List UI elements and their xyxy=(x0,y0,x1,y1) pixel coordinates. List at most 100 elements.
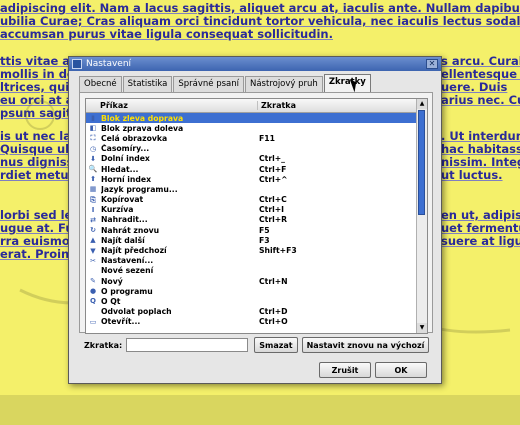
table-row[interactable]: Q O Qt xyxy=(86,296,427,306)
command-icon: ◧ xyxy=(89,124,97,133)
shortcuts-table: Příkaz Zkratka ▮ Blok zleva doprava ◧ Blok … xyxy=(85,98,428,334)
settings-dialog: Nastavení ✕ Obecné Statistika Správné ps… xyxy=(68,56,442,384)
table-row[interactable]: Nové sezení xyxy=(86,266,427,276)
command-icon xyxy=(88,308,98,316)
command-name: O programu xyxy=(101,286,153,296)
scrollbar-thumb[interactable] xyxy=(418,110,425,215)
ok-button[interactable]: OK xyxy=(375,362,427,378)
tab-spellcheck[interactable]: Správné psaní xyxy=(173,76,244,92)
column-header-shortcut[interactable]: Zkratka xyxy=(258,101,296,110)
command-icon: ▮ xyxy=(91,114,95,123)
command-name: Blok zprava doleva xyxy=(101,123,184,133)
table-header: Příkaz Zkratka xyxy=(86,99,427,113)
tab-shortcuts[interactable]: Zkratky xyxy=(323,74,371,92)
command-name: Jazyk programu... xyxy=(101,184,178,194)
app-icon xyxy=(72,59,82,69)
dialog-titlebar[interactable]: Nastavení ✕ xyxy=(69,57,441,71)
vertical-scrollbar[interactable]: ▲ ▼ xyxy=(416,99,427,333)
table-row[interactable]: ● O programu xyxy=(86,286,427,296)
command-icon: ▲ xyxy=(90,236,96,245)
tab-statistics[interactable]: Statistika xyxy=(122,76,173,92)
table-row[interactable]: Odvolat poplach Ctrl+D xyxy=(86,307,427,317)
command-name: Nové sezení xyxy=(101,266,154,276)
command-name: Kurzíva xyxy=(101,205,134,215)
command-name: Nastavení... xyxy=(101,256,154,266)
command-name: Nahrát znovu xyxy=(101,225,160,235)
command-icon: ● xyxy=(89,287,97,296)
cancel-button[interactable]: Zrušit xyxy=(319,362,371,378)
command-shortcut: F11 xyxy=(259,133,275,143)
command-shortcut: Ctrl+N xyxy=(259,276,288,286)
table-row[interactable]: ↻ Nahrát znovu F5 xyxy=(86,225,427,235)
table-row[interactable]: ⬇ Dolní index Ctrl+_ xyxy=(86,154,427,164)
dialog-title: Nastavení xyxy=(86,59,132,69)
command-name: O Qt xyxy=(101,296,121,306)
table-row[interactable]: ⎘ Kopírovat Ctrl+C xyxy=(86,195,427,205)
table-row[interactable]: ⇄ Nahradit... Ctrl+R xyxy=(86,215,427,225)
table-row[interactable]: 🔍 Hledat... Ctrl+F xyxy=(86,164,427,174)
table-row[interactable]: ▮ Blok zleva doprava xyxy=(86,113,427,124)
command-shortcut: F5 xyxy=(259,225,270,235)
tab-toolbar[interactable]: Nástrojový pruh xyxy=(244,76,323,92)
command-icon: ✂ xyxy=(90,256,96,265)
command-icon: ◷ xyxy=(89,144,97,153)
command-icon: ⬇ xyxy=(90,154,96,163)
command-icon: ⬆ xyxy=(90,175,96,184)
table-row[interactable]: ▦ Jazyk programu... xyxy=(86,184,427,194)
command-name: Dolní index xyxy=(101,154,150,164)
table-row[interactable]: ▭ Otevřít... Ctrl+O xyxy=(86,317,427,327)
column-header-command[interactable]: Příkaz xyxy=(86,101,258,110)
command-icon: ↻ xyxy=(90,226,96,235)
table-row[interactable]: ⬆ Horní index Ctrl+^ xyxy=(86,174,427,184)
command-name: Nahradit... xyxy=(101,215,148,225)
command-shortcut: F3 xyxy=(259,235,270,245)
command-icon xyxy=(88,267,98,275)
clear-button[interactable]: Smazat xyxy=(254,337,298,353)
command-icon: ▼ xyxy=(90,246,96,255)
scroll-down-icon[interactable]: ▼ xyxy=(417,323,427,333)
command-icon: ⇄ xyxy=(90,215,96,224)
close-icon[interactable]: ✕ xyxy=(426,59,438,69)
table-row[interactable]: ✂ Nastavení... xyxy=(86,256,427,266)
command-name: Časomíry... xyxy=(101,144,150,154)
command-icon: ⎘ xyxy=(90,195,96,204)
table-row[interactable]: ◧ Blok zprava doleva xyxy=(86,123,427,133)
shortcut-label: Zkratka: xyxy=(84,340,123,350)
command-icon: I xyxy=(91,205,95,214)
table-row[interactable]: ◷ Časomíry... xyxy=(86,144,427,154)
command-icon: Q xyxy=(90,297,96,306)
command-icon: 🔍 xyxy=(88,165,98,174)
command-name: Horní index xyxy=(101,174,152,184)
command-name: Celá obrazovka xyxy=(101,133,168,143)
tab-general[interactable]: Obecné xyxy=(79,76,122,92)
command-name: Nový xyxy=(101,276,123,286)
shortcut-input[interactable] xyxy=(126,338,249,352)
command-shortcut: Ctrl+I xyxy=(259,205,285,215)
command-shortcut: Ctrl+C xyxy=(259,195,287,205)
reset-default-button[interactable]: Nastavit znovu na výchozí xyxy=(301,337,430,353)
command-icon: ▭ xyxy=(89,317,97,326)
command-name: Hledat... xyxy=(101,164,139,174)
shortcut-editor: Zkratka: Smazat Nastavit znovu na výchoz… xyxy=(84,337,433,353)
table-body: ▮ Blok zleva doprava ◧ Blok zprava doleva ⛶ C… xyxy=(86,113,427,327)
command-shortcut: Shift+F3 xyxy=(259,246,297,256)
command-name: Odvolat poplach xyxy=(101,307,172,317)
command-shortcut: Ctrl+R xyxy=(259,215,288,225)
table-row[interactable]: ✎ Nový Ctrl+N xyxy=(86,276,427,286)
command-icon: ▦ xyxy=(89,185,97,194)
command-name: Blok zleva doprava xyxy=(101,113,184,123)
table-row[interactable]: ⛶ Celá obrazovka F11 xyxy=(86,133,427,143)
shortcuts-panel: Příkaz Zkratka ▮ Blok zleva doprava ◧ Blok … xyxy=(79,92,433,334)
table-row[interactable]: I Kurzíva Ctrl+I xyxy=(86,205,427,215)
table-row[interactable]: ▲ Najít další F3 xyxy=(86,235,427,245)
table-row[interactable]: ▼ Najít předchozí Shift+F3 xyxy=(86,245,427,255)
command-name: Najít další xyxy=(101,235,145,245)
command-shortcut: Ctrl+D xyxy=(259,307,288,317)
command-name: Najít předchozí xyxy=(101,246,167,256)
command-shortcut: Ctrl+_ xyxy=(259,154,286,164)
command-icon: ✎ xyxy=(90,277,96,286)
command-shortcut: Ctrl+F xyxy=(259,164,287,174)
command-shortcut: Ctrl+O xyxy=(259,317,288,327)
scroll-up-icon[interactable]: ▲ xyxy=(417,99,427,109)
dialog-buttons: Zrušit OK xyxy=(319,362,431,378)
